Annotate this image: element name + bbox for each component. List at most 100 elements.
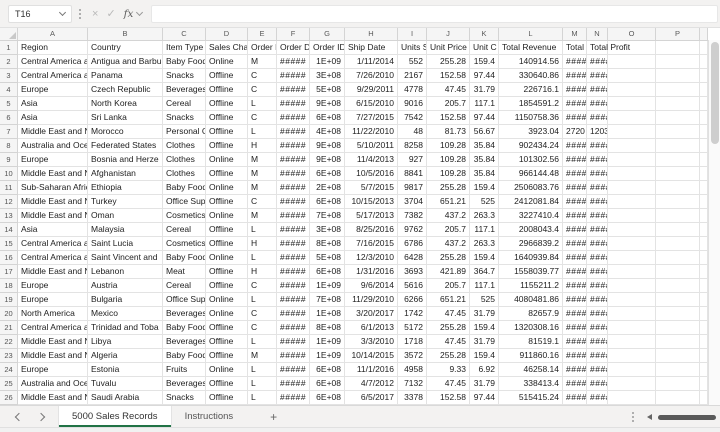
cell[interactable]: C [248, 279, 277, 293]
cell[interactable]: Clothes [163, 139, 206, 153]
cell[interactable]: ##### [277, 167, 310, 181]
cell[interactable] [700, 125, 708, 139]
cell[interactable]: Online [206, 251, 248, 265]
cell[interactable]: 1742 [398, 307, 427, 321]
row-header-6[interactable]: 6 [0, 111, 18, 125]
cell[interactable]: 3E+08 [310, 69, 345, 83]
cell[interactable]: 7382 [398, 209, 427, 223]
cell[interactable]: 152.58 [427, 69, 470, 83]
cell[interactable]: Malaysia [88, 223, 163, 237]
cell[interactable]: 6E+08 [310, 265, 345, 279]
cell[interactable]: ##### [277, 363, 310, 377]
cell[interactable]: 255.28 [427, 55, 470, 69]
cell[interactable]: 81519.1 [499, 335, 563, 349]
cell[interactable] [608, 335, 656, 349]
select-all-corner[interactable] [0, 28, 18, 41]
cell[interactable] [656, 181, 700, 195]
cell[interactable]: #### [587, 307, 608, 321]
cell[interactable]: Trinidad and Toba [88, 321, 163, 335]
cell[interactable]: 5/7/2015 [345, 181, 398, 195]
cell[interactable]: Asia [18, 223, 88, 237]
col-header-O[interactable]: O [608, 28, 656, 41]
cell[interactable]: 2008043.4 [499, 223, 563, 237]
cell[interactable]: #### [563, 181, 587, 195]
cell[interactable] [656, 321, 700, 335]
col-header-N[interactable]: N [587, 28, 608, 41]
cell[interactable]: 117.1 [470, 279, 499, 293]
cell[interactable]: #### [587, 69, 608, 83]
cell[interactable]: #### [587, 153, 608, 167]
cell[interactable]: 3227410.4 [499, 209, 563, 223]
cell[interactable]: 6E+08 [310, 363, 345, 377]
cell[interactable] [700, 237, 708, 251]
cell[interactable]: 12/3/2010 [345, 251, 398, 265]
cell[interactable]: #### [563, 335, 587, 349]
cell[interactable]: 35.84 [470, 167, 499, 181]
cell[interactable]: 5E+08 [310, 251, 345, 265]
cell[interactable]: 552 [398, 55, 427, 69]
cell[interactable]: Online [206, 209, 248, 223]
cell[interactable]: 255.28 [427, 321, 470, 335]
cell[interactable]: 7/26/2010 [345, 69, 398, 83]
cell[interactable]: 46258.14 [499, 363, 563, 377]
cell[interactable]: #### [563, 209, 587, 223]
cell[interactable]: #### [587, 181, 608, 195]
cell[interactable]: Baby Food [163, 55, 206, 69]
cell[interactable] [656, 97, 700, 111]
cell[interactable]: Total Revenue [499, 41, 563, 55]
cell[interactable] [608, 307, 656, 321]
cell[interactable]: 364.7 [470, 265, 499, 279]
cell[interactable]: ##### [277, 97, 310, 111]
cell[interactable]: Asia [18, 97, 88, 111]
cell[interactable]: #### [587, 97, 608, 111]
cell[interactable] [608, 363, 656, 377]
cell[interactable] [700, 83, 708, 97]
sheet-nav-forward-icon[interactable] [36, 412, 46, 421]
cell[interactable]: ##### [277, 125, 310, 139]
cell[interactable]: 10/5/2016 [345, 167, 398, 181]
cell[interactable]: Cosmetics [163, 237, 206, 251]
cell[interactable]: 9E+08 [310, 139, 345, 153]
name-box[interactable] [8, 4, 72, 23]
row-header-1[interactable]: 1 [0, 41, 18, 55]
cell[interactable]: ##### [277, 307, 310, 321]
cell[interactable] [700, 139, 708, 153]
cell[interactable]: ##### [277, 111, 310, 125]
cell[interactable]: L [248, 251, 277, 265]
cell[interactable]: 1E+09 [310, 279, 345, 293]
row-header-7[interactable]: 7 [0, 125, 18, 139]
col-header-K[interactable]: K [470, 28, 499, 41]
cell[interactable]: Offline [206, 223, 248, 237]
row-header-19[interactable]: 19 [0, 293, 18, 307]
cell[interactable]: 1E+09 [310, 55, 345, 69]
cell[interactable]: #### [563, 69, 587, 83]
cell[interactable]: #### [587, 377, 608, 391]
cell[interactable] [656, 237, 700, 251]
cell[interactable]: Fruits [163, 363, 206, 377]
cell[interactable]: 6E+08 [310, 195, 345, 209]
cell[interactable] [608, 83, 656, 97]
cell[interactable]: Snacks [163, 111, 206, 125]
cell[interactable] [656, 83, 700, 97]
cell[interactable]: 159.4 [470, 321, 499, 335]
cell[interactable] [656, 195, 700, 209]
cell[interactable]: 159.4 [470, 181, 499, 195]
cell[interactable]: Offline [206, 279, 248, 293]
cell[interactable]: 10/14/2015 [345, 349, 398, 363]
cell[interactable]: 8/25/2016 [345, 223, 398, 237]
cell[interactable]: 47.45 [427, 377, 470, 391]
cell[interactable]: Units S [398, 41, 427, 55]
row-header-25[interactable]: 25 [0, 377, 18, 391]
col-header-A[interactable]: A [18, 28, 88, 41]
cell[interactable]: Estonia [88, 363, 163, 377]
cell[interactable]: 31.79 [470, 335, 499, 349]
cell[interactable]: 9E+08 [310, 153, 345, 167]
cell[interactable]: Offline [206, 97, 248, 111]
cell[interactable]: 515415.24 [499, 391, 563, 405]
cell[interactable] [656, 209, 700, 223]
cell[interactable]: Lebanon [88, 265, 163, 279]
cell[interactable]: 437.2 [427, 209, 470, 223]
cell[interactable]: Beverages [163, 83, 206, 97]
cell[interactable]: Offline [206, 139, 248, 153]
cell[interactable]: 9/29/2011 [345, 83, 398, 97]
